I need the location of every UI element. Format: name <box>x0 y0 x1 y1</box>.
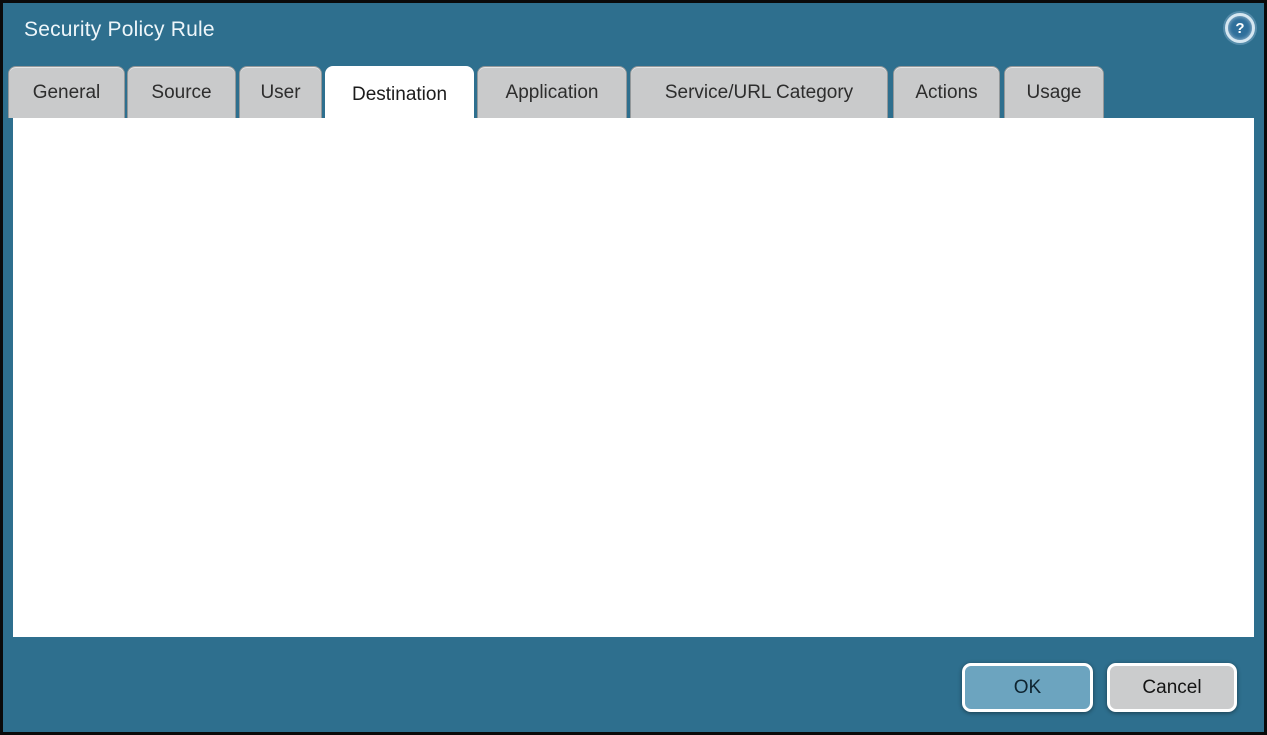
security-policy-rule-dialog: Security Policy Rule ? General Source Us… <box>3 3 1264 732</box>
tab-service-url-category[interactable]: Service/URL Category <box>630 66 888 118</box>
tab-general[interactable]: General <box>8 66 125 118</box>
cancel-button[interactable]: Cancel <box>1107 663 1237 712</box>
tab-usage[interactable]: Usage <box>1004 66 1104 118</box>
ok-button[interactable]: OK <box>962 663 1093 712</box>
tab-content-area <box>13 118 1254 637</box>
help-icon[interactable]: ? <box>1225 13 1255 43</box>
tab-destination[interactable]: Destination <box>325 66 474 123</box>
dialog-title: Security Policy Rule <box>24 18 215 41</box>
tab-source[interactable]: Source <box>127 66 236 118</box>
tab-application[interactable]: Application <box>477 66 627 118</box>
tab-actions[interactable]: Actions <box>893 66 1000 118</box>
tab-user[interactable]: User <box>239 66 322 118</box>
